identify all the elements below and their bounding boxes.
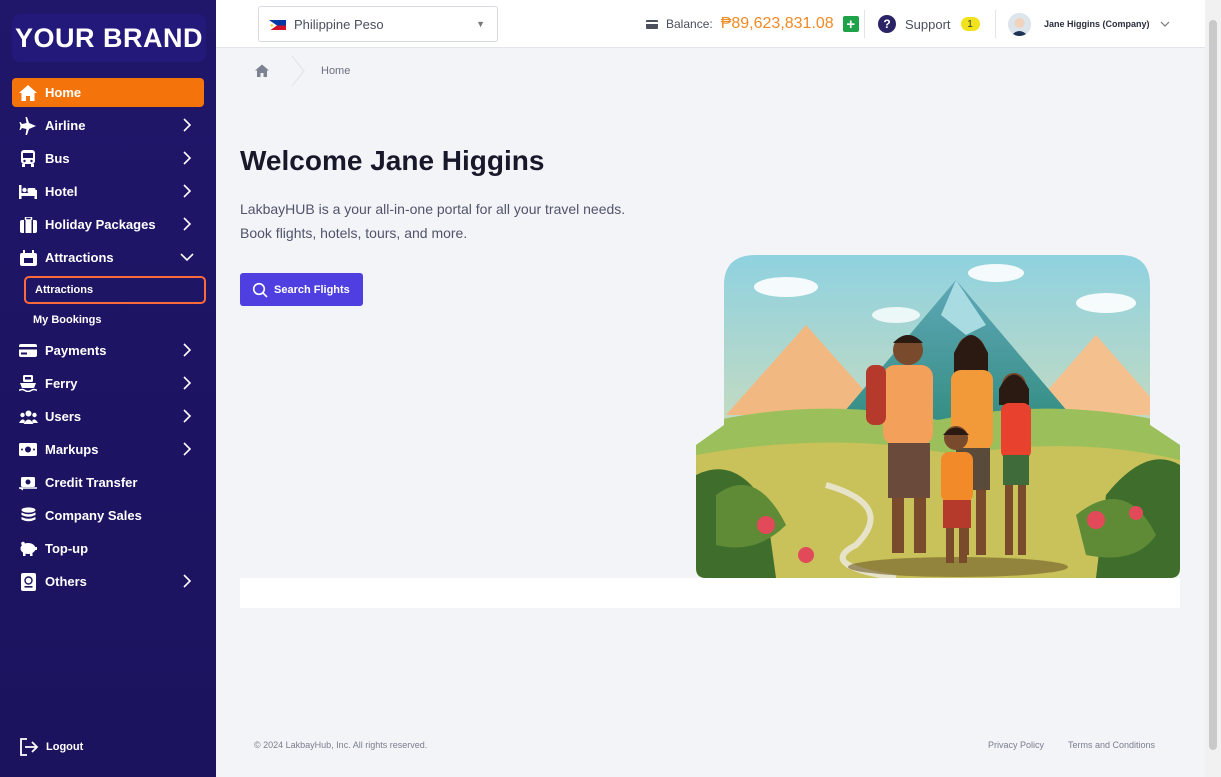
terms-link[interactable]: Terms and Conditions <box>1068 740 1155 750</box>
user-name: Jane Higgins (Company) <box>1044 19 1150 29</box>
ticket-icon <box>18 248 38 268</box>
page-title: Welcome Jane Higgins <box>240 145 545 176</box>
chevron-right-icon <box>183 574 192 588</box>
transfer-icon <box>18 473 38 493</box>
sidebar-item-label: Hotel <box>45 184 78 199</box>
sidebar-item-label: Users <box>45 409 82 424</box>
sidebar-item-label: Attractions <box>45 250 114 265</box>
passport-icon <box>18 572 38 592</box>
sidebar-item-label: Bus <box>45 151 70 166</box>
suitcase-icon <box>18 215 38 235</box>
coins-icon <box>18 506 38 526</box>
header-divider <box>995 10 996 38</box>
scrollbar-thumb[interactable] <box>1209 20 1217 750</box>
sidebar-item-attractions[interactable]: Attractions <box>12 243 204 272</box>
sidebar-item-label: Payments <box>45 343 107 358</box>
chevron-right-icon <box>183 409 192 423</box>
credit-card-icon <box>18 341 38 361</box>
logout-icon <box>20 738 39 756</box>
sidebar-item-label: Ferry <box>45 376 78 391</box>
privacy-policy-link[interactable]: Privacy Policy <box>988 740 1044 750</box>
support-button[interactable]: ? Support 1 <box>878 12 980 36</box>
question-icon: ? <box>878 15 896 33</box>
chevron-right-icon <box>183 376 192 390</box>
submenu-item-attractions[interactable]: Attractions <box>24 276 206 304</box>
ferry-icon <box>18 374 38 394</box>
logout-button[interactable]: Logout <box>18 736 83 758</box>
sidebar: YOUR BRAND Home Airline Bus Hotel Holida… <box>0 0 216 777</box>
chevron-down-icon <box>1160 21 1169 27</box>
balance-label: Balance: <box>666 17 713 31</box>
bus-icon <box>18 149 38 169</box>
sidebar-item-airline[interactable]: Airline <box>12 111 204 140</box>
sidebar-item-home[interactable]: Home <box>12 78 204 107</box>
search-icon <box>252 282 268 298</box>
sidebar-item-markups[interactable]: Markups <box>12 435 204 464</box>
chevron-right-icon <box>183 217 192 231</box>
sidebar-item-bus[interactable]: Bus <box>12 144 204 173</box>
chevron-right-icon <box>183 343 192 357</box>
home-icon <box>18 83 38 103</box>
sidebar-item-label: Company Sales <box>45 508 142 523</box>
sidebar-item-label: Airline <box>45 118 86 133</box>
search-flights-button[interactable]: Search Flights <box>240 273 363 306</box>
logout-label: Logout <box>46 741 84 753</box>
balance-display: Balance: ₱89,623,831.08 + <box>646 12 859 36</box>
sidebar-item-label: Home <box>45 85 82 100</box>
sidebar-item-holiday-packages[interactable]: Holiday Packages <box>12 210 204 239</box>
sidebar-item-ferry[interactable]: Ferry <box>12 369 204 398</box>
bed-icon <box>18 182 38 202</box>
sidebar-nav: Home Airline Bus Hotel Holiday Packages … <box>12 78 206 600</box>
sidebar-item-label: Markups <box>45 442 99 457</box>
wallet-icon <box>646 19 658 29</box>
breadcrumb: Home <box>240 56 351 86</box>
philippine-flag-icon <box>269 19 286 30</box>
chevron-right-icon <box>183 442 192 456</box>
page-scrollbar[interactable] <box>1205 0 1221 777</box>
money-icon <box>18 440 38 460</box>
sidebar-item-company-sales[interactable]: Company Sales <box>12 501 204 530</box>
sidebar-item-others[interactable]: Others <box>12 567 204 596</box>
content-panel-base <box>240 578 1180 608</box>
sidebar-item-label: Others <box>45 574 87 589</box>
description-line: Book flights, hotels, tours, and more. <box>240 225 468 241</box>
currency-value: Philippine Peso <box>294 16 384 32</box>
support-label: Support <box>905 16 951 32</box>
airplane-icon <box>18 116 38 136</box>
footer-copyright: © 2024 LakbayHub, Inc. All rights reserv… <box>254 740 428 750</box>
caret-down-icon: ▼ <box>476 19 485 29</box>
search-flights-label: Search Flights <box>274 283 350 296</box>
sidebar-item-label: Credit Transfer <box>45 475 138 490</box>
breadcrumb-current: Home <box>321 65 351 77</box>
description-line: LakbayHUB is a your all-in-one portal fo… <box>240 201 626 217</box>
submenu-item-my-bookings[interactable]: My Bookings <box>24 306 206 334</box>
support-count-badge: 1 <box>960 17 980 31</box>
chevron-down-icon <box>180 253 194 262</box>
user-menu[interactable]: Jane Higgins (Company) <box>1008 12 1170 36</box>
sidebar-item-users[interactable]: Users <box>12 402 204 431</box>
chevron-right-icon <box>183 184 192 198</box>
chevron-right-icon <box>183 151 192 165</box>
currency-select[interactable]: Philippine Peso ▼ <box>258 6 498 42</box>
header-divider <box>864 10 865 38</box>
welcome-description: LakbayHUB is a your all-in-one portal fo… <box>240 197 670 245</box>
piggy-bank-icon <box>18 539 38 559</box>
sidebar-item-hotel[interactable]: Hotel <box>12 177 204 206</box>
sidebar-item-credit-transfer[interactable]: Credit Transfer <box>12 468 204 497</box>
sidebar-item-top-up[interactable]: Top-up <box>12 534 204 563</box>
top-header: Philippine Peso ▼ Balance: ₱89,623,831.0… <box>216 0 1205 48</box>
avatar <box>1008 12 1031 36</box>
breadcrumb-separator-icon <box>291 56 305 86</box>
add-balance-button[interactable]: + <box>842 16 859 33</box>
chevron-right-icon <box>183 118 192 132</box>
users-icon <box>18 407 38 427</box>
sidebar-item-payments[interactable]: Payments <box>12 336 204 365</box>
attractions-submenu: Attractions My Bookings <box>24 276 206 334</box>
home-icon[interactable] <box>255 64 269 78</box>
family-travel-illustration <box>696 255 1180 578</box>
sidebar-item-label: Top-up <box>45 541 89 556</box>
balance-amount: ₱89,623,831.08 <box>720 15 834 32</box>
brand-logo[interactable]: YOUR BRAND <box>12 14 206 62</box>
sidebar-item-label: Holiday Packages <box>45 217 156 232</box>
